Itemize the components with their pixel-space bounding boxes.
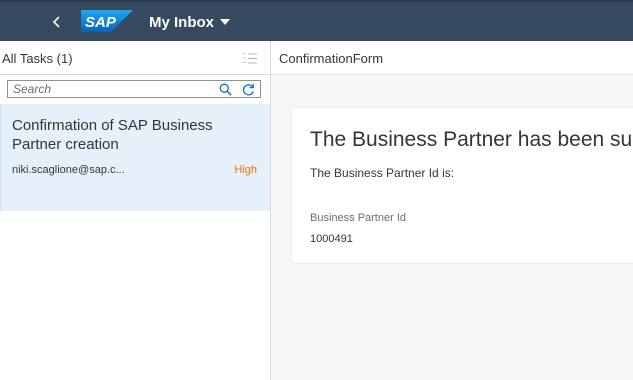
task-list-title: All Tasks (1): [2, 51, 73, 66]
confirmation-card: The Business Partner has been succ The B…: [291, 107, 633, 264]
chevron-left-icon: [52, 16, 60, 28]
refresh-icon[interactable]: [242, 83, 255, 96]
task-priority-badge: High: [234, 164, 257, 176]
search-icon[interactable]: [219, 83, 232, 96]
app-title-menu[interactable]: My Inbox: [149, 12, 231, 32]
business-partner-id-value: 1000491: [310, 233, 353, 245]
shell-header: SAP My Inbox: [0, 0, 633, 41]
task-list-header: All Tasks (1): [0, 41, 270, 75]
task-title: Confirmation of SAP Business Partner cre…: [12, 117, 213, 153]
sort-icon[interactable]: [243, 52, 257, 65]
search-input[interactable]: [8, 81, 208, 97]
confirmation-heading: The Business Partner has been succ: [310, 128, 633, 151]
app-title: My Inbox: [149, 13, 215, 31]
task-user: niki.scaglione@sap.c...: [12, 164, 125, 176]
sap-logo: SAP: [81, 10, 133, 32]
svg-text:SAP: SAP: [85, 14, 117, 31]
business-partner-id-label: Business Partner Id: [310, 212, 406, 224]
task-detail-pane: ConfirmationForm The Business Partner ha…: [271, 41, 633, 380]
task-detail-title: ConfirmationForm: [279, 51, 384, 66]
back-button[interactable]: [46, 11, 68, 33]
confirmation-subheading: The Business Partner Id is:: [310, 166, 455, 180]
task-list-pane: All Tasks (1) Confirmation of SAP Busine…: [0, 41, 271, 380]
task-list-item[interactable]: Confirmation of SAP Business Partner cre…: [0, 104, 270, 211]
caret-down-icon: [220, 19, 231, 25]
task-detail-header: ConfirmationForm: [271, 41, 633, 75]
search-field[interactable]: [7, 80, 261, 98]
